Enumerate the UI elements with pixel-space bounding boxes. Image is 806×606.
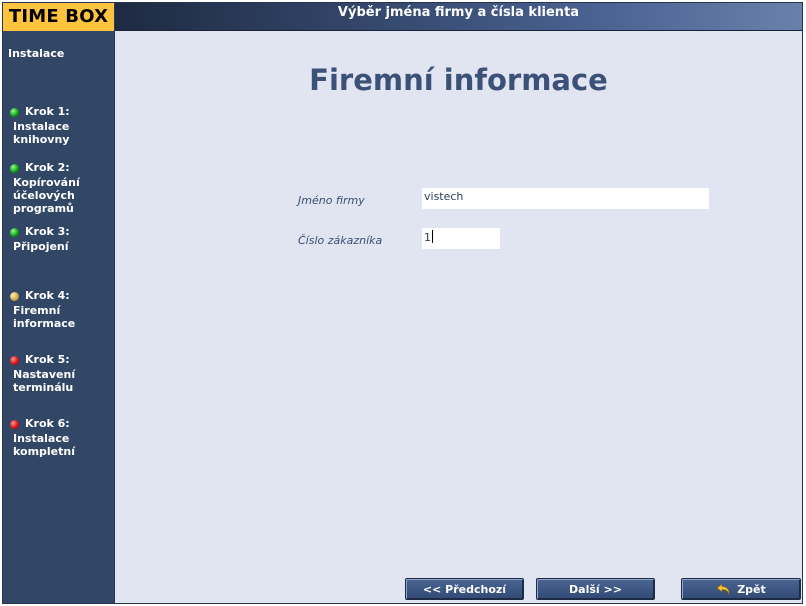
installer-window: TIME BOX Výběr jména firmy a čísla klien… [2, 2, 803, 604]
customer-number-label: Číslo zákazníka [298, 234, 383, 247]
step-4: Krok 4: Firemní informace [8, 289, 112, 330]
step-2: Krok 2: Kopírování účelových programů [8, 161, 112, 215]
sidebar-heading: Instalace [8, 47, 65, 60]
step-line: Instalace [13, 120, 70, 133]
status-dot-icon [10, 107, 19, 117]
company-name-value: vistech [424, 190, 464, 203]
company-name-label: Jméno firmy [298, 194, 365, 207]
step-6: Krok 6: Instalace kompletní [8, 417, 112, 458]
step-title: Krok 2: [25, 161, 70, 174]
step-line: knihovny [13, 133, 70, 146]
company-name-field[interactable]: vistech [422, 188, 709, 209]
step-line: Nastavení [13, 368, 76, 381]
step-line: informace [13, 317, 76, 330]
steps-sidebar: Instalace Krok 1: Instalace knihovny Kro… [3, 31, 115, 603]
step-5: Krok 5: Nastavení terminálu [8, 353, 112, 394]
status-dot-icon [10, 291, 19, 301]
step-line: účelových [13, 189, 75, 202]
step-description: Firemní informace [13, 304, 112, 330]
step-title: Krok 6: [25, 417, 70, 430]
step-title: Krok 5: [25, 353, 70, 366]
step-title: Krok 1: [25, 105, 70, 118]
title-bar: Výběr jména firmy a čísla klienta [115, 3, 802, 31]
step-1: Krok 1: Instalace knihovny [8, 105, 112, 146]
step-title: Krok 3: [25, 225, 70, 238]
status-dot-icon [10, 419, 19, 429]
customer-number-value-wrap: 1 [424, 230, 433, 244]
step-description: Kopírování účelových programů [13, 176, 112, 215]
step-line: Připojení [13, 240, 69, 253]
customer-number-field[interactable]: 1 [422, 228, 500, 249]
previous-button[interactable]: << Předchozí [405, 578, 524, 600]
step-line: programů [13, 202, 74, 215]
step-description: Nastavení terminálu [13, 368, 112, 394]
back-button[interactable]: Zpět [681, 578, 801, 600]
step-description: Instalace knihovny [13, 120, 112, 146]
window-title: Výběr jména firmy a čísla klienta [337, 5, 580, 20]
step-description: Instalace kompletní [13, 432, 112, 458]
next-button[interactable]: Další >> [536, 578, 655, 600]
step-title: Krok 4: [25, 289, 70, 302]
step-description: Připojení [13, 240, 112, 253]
page-title: Firemní informace [309, 63, 608, 97]
status-dot-icon [10, 355, 19, 365]
undo-arrow-icon [716, 582, 732, 596]
status-dot-icon [10, 227, 19, 237]
app-logo: TIME BOX [3, 3, 115, 31]
step-line: terminálu [13, 381, 74, 394]
step-line: Firemní [13, 304, 61, 317]
step-line: Instalace [13, 432, 70, 445]
back-button-label: Zpět [737, 582, 766, 596]
customer-number-value: 1 [424, 231, 431, 244]
step-3: Krok 3: Připojení [8, 225, 112, 253]
status-dot-icon [10, 163, 19, 173]
step-line: Kopírování [13, 176, 80, 189]
text-caret [432, 230, 433, 243]
step-line: kompletní [13, 445, 76, 458]
